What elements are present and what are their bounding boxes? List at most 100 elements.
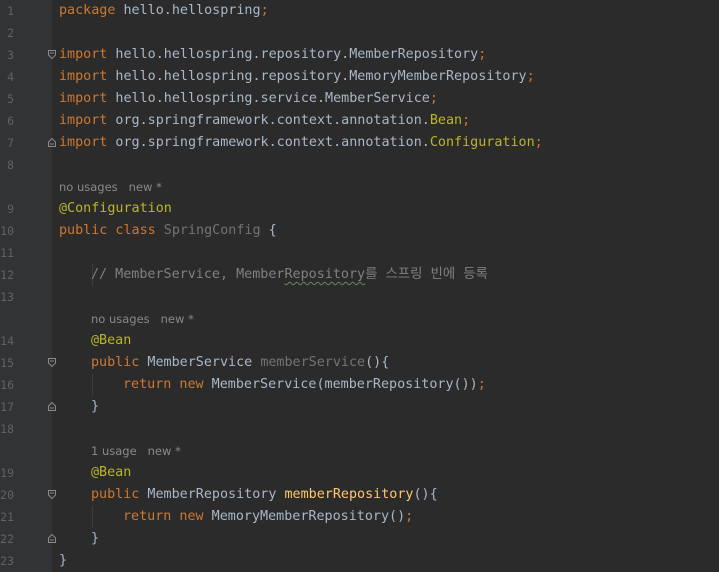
inlay-usage-hint[interactable]: no usages new * [0, 176, 719, 198]
code-line[interactable]: 12 // MemberService, MemberRepository를 스… [0, 264, 719, 286]
fold-close-icon[interactable] [48, 138, 56, 147]
code-text: public MemberService memberService(){ [91, 352, 389, 374]
code-text: package hello.hellospring; [59, 0, 269, 22]
method-name: memberService [260, 355, 366, 370]
import-path: hello.hellospring.repository.MemberRepos… [107, 47, 479, 62]
line-number: 13 [0, 290, 14, 304]
keyword: return new [123, 377, 204, 392]
usage-hint-text[interactable]: 1 usage new * [91, 440, 181, 462]
comment: 를 스프링 빈에 등록 [365, 267, 488, 282]
line-number: 1 [7, 4, 14, 18]
semicolon: ; [429, 91, 438, 106]
typo-squiggle[interactable]: Repository [284, 267, 365, 282]
code-text: @Bean [91, 462, 131, 484]
code-line[interactable]: 13 [0, 286, 719, 308]
code-text: import hello.hellospring.service.MemberS… [59, 88, 438, 110]
code-editor[interactable]: 1 package hello.hellospring; 2 3 import … [0, 0, 719, 572]
line-number: 6 [7, 114, 14, 128]
brace: } [91, 399, 100, 414]
inlay-usage-hint[interactable]: 1 usage new * [0, 440, 719, 462]
code-text: return new MemoryMemberRepository(); [123, 506, 413, 528]
line-number: 4 [7, 70, 14, 84]
keyword: return new [123, 509, 204, 524]
line-number: 15 [0, 356, 14, 370]
code-line[interactable]: 6 import org.springframework.context.ann… [0, 110, 719, 132]
import-path: org.springframework.context.annotation. [107, 135, 430, 150]
semicolon: ; [478, 47, 487, 62]
line-number: 2 [7, 26, 14, 40]
keyword: package [59, 3, 116, 18]
code-line[interactable]: 8 [0, 154, 719, 176]
code-line[interactable]: 17 } [0, 396, 719, 418]
fold-open-icon[interactable] [48, 490, 56, 499]
line-number: 22 [0, 532, 14, 546]
code-line[interactable]: 3 import hello.hellospring.repository.Me… [0, 44, 719, 66]
code-line[interactable]: 22 } [0, 528, 719, 550]
code-text: @Configuration [59, 198, 172, 220]
usage-hint-text[interactable]: no usages new * [59, 176, 162, 198]
code-line[interactable]: 16 return new MemberService(memberReposi… [0, 374, 719, 396]
code-text: import org.springframework.context.annot… [59, 110, 470, 132]
keyword: public [91, 355, 140, 370]
fold-open-icon[interactable] [48, 50, 56, 59]
code-text: import hello.hellospring.repository.Memo… [59, 66, 535, 88]
code-line[interactable]: 21 return new MemoryMemberRepository(); [0, 506, 719, 528]
line-number: 18 [0, 422, 14, 436]
line-number: 8 [7, 158, 14, 172]
fold-open-icon[interactable] [48, 358, 56, 367]
code-line[interactable]: 23 } [0, 550, 719, 572]
keyword: import [59, 47, 108, 62]
line-number: 5 [7, 92, 14, 106]
return-type: MemberService [139, 355, 261, 370]
semicolon: ; [462, 113, 471, 128]
line-number: 12 [0, 268, 14, 282]
code-line[interactable]: 10 public class SpringConfig { [0, 220, 719, 242]
line-number: 9 [7, 202, 14, 216]
import-path: hello.hellospring.service.MemberService [107, 91, 430, 106]
code-line[interactable]: 9 @Configuration [0, 198, 719, 220]
line-number: 7 [7, 136, 14, 150]
code-text: } [91, 528, 99, 550]
code-line[interactable]: 1 package hello.hellospring; [0, 0, 719, 22]
code-line[interactable]: 18 [0, 418, 719, 440]
expression: MemberService(memberRepository()) [203, 377, 478, 392]
code-line[interactable]: 14 @Bean [0, 330, 719, 352]
method-name: memberRepository [284, 487, 414, 502]
code-line[interactable]: 2 [0, 22, 719, 44]
code-line[interactable]: 4 import hello.hellospring.repository.Me… [0, 66, 719, 88]
keyword: public class [59, 223, 156, 238]
code-line[interactable]: 11 [0, 242, 719, 264]
code-line[interactable]: 19 @Bean [0, 462, 719, 484]
semicolon: ; [534, 135, 543, 150]
code-line[interactable]: 15 public MemberService memberService(){ [0, 352, 719, 374]
expression: MemoryMemberRepository() [203, 509, 406, 524]
annotation: @Bean [91, 333, 132, 348]
code-text: public MemberRepository memberRepository… [91, 484, 438, 506]
code-line[interactable]: 20 public MemberRepository memberReposit… [0, 484, 719, 506]
code-text: public class SpringConfig { [59, 220, 277, 242]
line-number: 20 [0, 488, 14, 502]
code-line[interactable]: 5 import hello.hellospring.service.Membe… [0, 88, 719, 110]
inlay-usage-hint[interactable]: no usages new * [0, 308, 719, 330]
params: (){ [413, 487, 438, 502]
fold-close-icon[interactable] [48, 402, 56, 411]
keyword: import [59, 135, 108, 150]
code-line[interactable]: 7 import org.springframework.context.ann… [0, 132, 719, 154]
usage-hint-text[interactable]: no usages new * [91, 308, 194, 330]
code-text: } [91, 396, 99, 418]
brace: } [59, 553, 68, 568]
import-path: org.springframework.context.annotation. [107, 113, 430, 128]
package-name: hello.hellospring [115, 3, 261, 18]
line-number: 17 [0, 400, 14, 414]
import-path: hello.hellospring.repository.MemoryMembe… [107, 69, 527, 84]
code-text: return new MemberService(memberRepositor… [123, 374, 486, 396]
fold-close-icon[interactable] [48, 534, 56, 543]
brace: { [260, 223, 277, 238]
brace: } [91, 531, 100, 546]
line-number: 14 [0, 334, 14, 348]
code-text: import hello.hellospring.repository.Memb… [59, 44, 486, 66]
code-text: @Bean [91, 330, 131, 352]
line-number: 19 [0, 466, 14, 480]
line-number: 3 [7, 48, 14, 62]
params: (){ [365, 355, 390, 370]
